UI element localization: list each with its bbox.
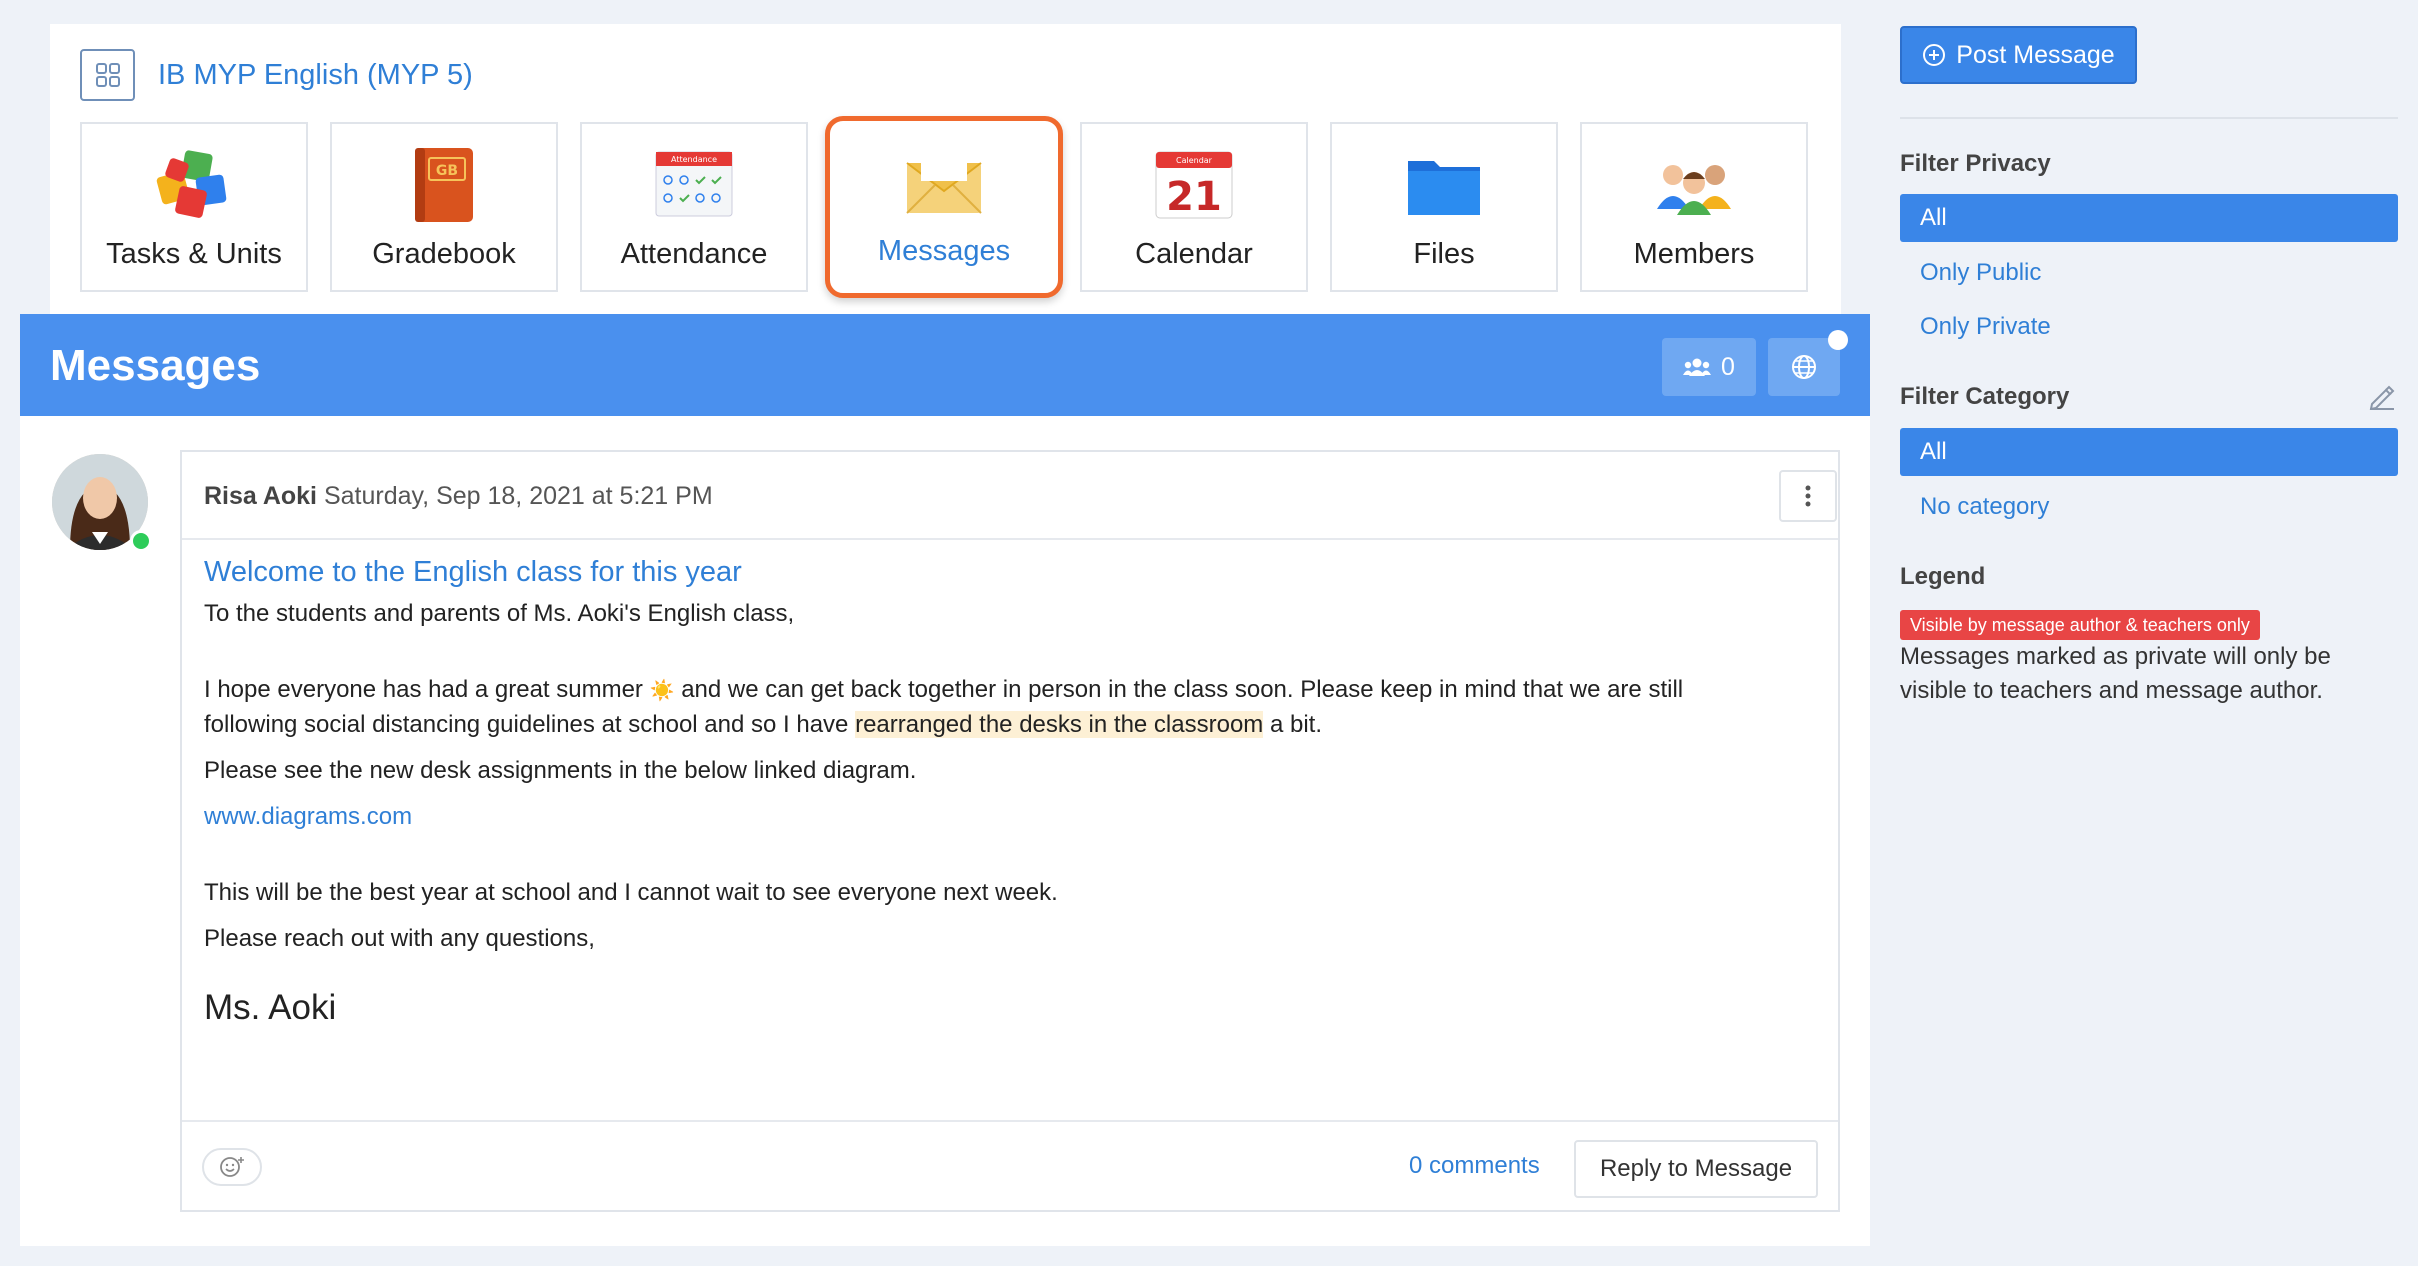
notification-dot [1828,330,1848,350]
message-paragraph: This will be the best year at school and… [204,879,1058,906]
sun-emoji-icon: ☀️ [649,680,675,702]
reply-button[interactable]: Reply to Message [1574,1140,1818,1198]
text-run: following social distancing guidelines a… [204,711,849,738]
course-header: IB MYP English (MYP 5) [80,49,473,101]
globe-icon [1792,355,1816,379]
tile-files[interactable]: Files [1330,122,1558,292]
message-paragraph: Please see the new desk assignments in t… [204,757,917,784]
filter-category-title: Filter Category [1900,383,2070,410]
calendar-day: 21 [1166,174,1222,220]
puzzle-icon [156,150,227,218]
gradebook-icon: GB [415,148,473,222]
message-greeting: To the students and parents of Ms. Aoki'… [204,600,795,627]
message-paragraph: Please reach out with any questions, [204,925,595,952]
users-icon [1683,358,1712,376]
tile-label: Members [1633,238,1755,270]
tile-messages[interactable]: Messages [825,116,1063,298]
tile-attendance[interactable]: Attendance Attendance [580,122,808,292]
attendance-icon: Attendance [655,151,733,217]
category-option-all[interactable]: All [1900,428,2398,476]
pencil-icon [2369,385,2395,411]
globe-button[interactable] [1768,338,1840,396]
plus-circle-icon [1923,44,1946,66]
message-meta: Risa Aoki Saturday, Sep 18, 2021 at 5:21… [204,482,713,511]
tile-calendar[interactable]: Calendar 21 Calendar [1080,122,1308,292]
text-run: and we can get back together in person i… [681,676,1684,703]
course-card: IB MYP English (MYP 5) Tasks & Units GB … [50,24,1841,314]
text-run: I hope everyone has had a great summer [204,676,643,703]
tile-label: Attendance [620,238,768,270]
members-filter-button[interactable]: 0 [1662,338,1756,396]
tile-label: Calendar [1135,238,1253,270]
divider [1900,117,2398,119]
diagram-link[interactable]: www.diagrams.com [204,800,1816,834]
comments-link[interactable]: 0 comments [1409,1152,1540,1180]
highlighted-text: rearranged the desks in the classroom [855,711,1264,738]
filter-privacy-title: Filter Privacy [1900,150,2051,177]
message-signature: Ms. Aoki [204,988,337,1027]
edit-categories-button[interactable] [2368,382,2396,415]
tile-tasks-units[interactable]: Tasks & Units [80,122,308,292]
message-subject[interactable]: Welcome to the English class for this ye… [204,556,1816,589]
course-tool-tiles: Tasks & Units GB Gradebook Attendance At… [80,116,1808,298]
envelope-icon [906,151,982,214]
message-paragraph: I hope everyone has had a great summer ☀… [204,673,1816,742]
gradebook-badge: GB [436,163,458,179]
privacy-option-public[interactable]: Only Public [1900,249,2398,297]
online-status-dot [130,530,152,552]
tile-label: Files [1413,238,1475,270]
kebab-menu-icon [1805,485,1811,507]
private-legend-badge: Visible by message author & teachers onl… [1900,610,2260,640]
course-title[interactable]: IB MYP English (MYP 5) [158,59,473,92]
tile-label: Messages [877,235,1011,267]
privacy-option-private[interactable]: Only Private [1900,303,2398,351]
add-reaction-button[interactable] [202,1148,262,1186]
post-message-button[interactable]: Post Message [1900,26,2137,84]
message-options-button[interactable] [1779,470,1837,522]
page-title: Messages [50,341,261,390]
category-option-none[interactable]: No category [1900,483,2398,531]
apps-grid-button[interactable] [80,49,135,101]
attendance-badge: Attendance [671,155,717,164]
message-card: Risa Aoki Saturday, Sep 18, 2021 at 5:21… [180,450,1840,1212]
calendar-icon: Calendar 21 [1155,151,1233,220]
tile-label: Tasks & Units [106,238,282,270]
message-body: Welcome to the English class for this ye… [182,540,1838,1028]
text-run: a bit. [1269,711,1322,738]
smiley-add-icon [220,1157,244,1177]
post-message-label: Post Message [1956,40,2115,69]
privacy-option-all[interactable]: All [1900,194,2398,242]
tile-members[interactable]: Members [1580,122,1808,292]
messages-header: Messages 0 [20,314,1870,416]
message-timestamp: Saturday, Sep 18, 2021 at 5:21 PM [323,482,713,510]
tile-label: Gradebook [372,238,516,270]
legend-description: Messages marked as private will only be … [1900,643,2331,704]
message-footer: 0 comments Reply to Message [182,1120,1838,1212]
message-header: Risa Aoki Saturday, Sep 18, 2021 at 5:21… [182,452,1838,540]
legend-title: Legend [1900,563,1986,590]
messages-panel: Messages 0 Risa Aoki Saturday, Sep 18, 2… [20,314,1870,1246]
tile-gradebook[interactable]: GB Gradebook [330,122,558,292]
members-count: 0 [1721,352,1735,381]
grid-icon [95,63,120,87]
author-name[interactable]: Risa Aoki [204,482,317,510]
members-icon [1657,165,1731,215]
calendar-badge: Calendar [1176,156,1213,165]
folder-icon [1408,161,1480,215]
